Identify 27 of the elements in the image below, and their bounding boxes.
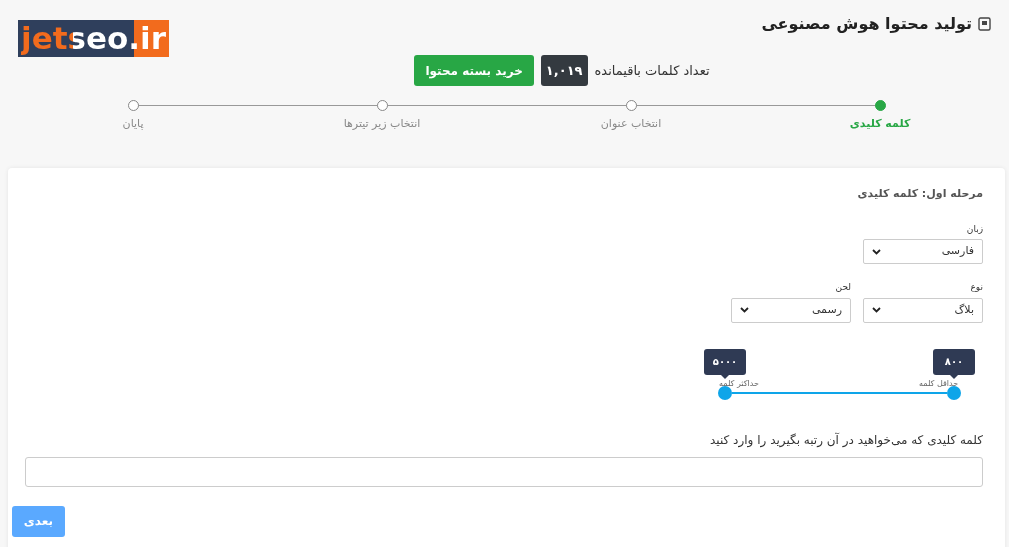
slider-handle[interactable]	[947, 385, 961, 400]
slider-handle[interactable]	[718, 385, 732, 400]
chevron-down-icon	[740, 307, 749, 313]
tone-select[interactable]: رسمی	[731, 297, 851, 323]
keyword-field[interactable]	[25, 456, 983, 487]
value-tooltip: ۸۰۰	[933, 348, 975, 375]
type-label: نوع	[969, 281, 983, 294]
tone-label: لحن	[834, 281, 851, 294]
chevron-down-icon	[872, 307, 881, 313]
type-select[interactable]: بلاگ	[863, 297, 983, 323]
language-select[interactable]: فارسی	[863, 239, 983, 264]
book-icon	[978, 17, 991, 31]
chevron-down-icon	[872, 248, 881, 255]
language-label: زبان	[965, 222, 983, 236]
step-label[interactable]: کلمه کلیدی	[849, 116, 911, 133]
step-label[interactable]: انتخاب عنوان	[600, 116, 662, 133]
step-label[interactable]: انتخاب زیر تیترها	[343, 116, 421, 133]
keyword-label: کلمه کلیدی که می‌خواهید در آن رتبه بگیرید را وارد کنید	[709, 431, 983, 449]
credits-count: ۱,۰۱۹	[540, 55, 588, 86]
handle-label: حداکثر کلمه	[719, 377, 759, 390]
credits-label: تعداد کلمات باقیمانده	[594, 61, 710, 80]
page-title: تولید محتوا هوش مصنوعی	[761, 13, 972, 35]
step-heading: مرحله اول: کلمه کلیدی	[856, 186, 983, 202]
buy-package-button[interactable]: خرید بسته محتوا	[414, 55, 534, 86]
step-label[interactable]: پایان	[122, 116, 144, 133]
value-tooltip: ۵۰۰۰	[704, 348, 746, 375]
handle-label: حداقل کلمه	[919, 377, 959, 390]
